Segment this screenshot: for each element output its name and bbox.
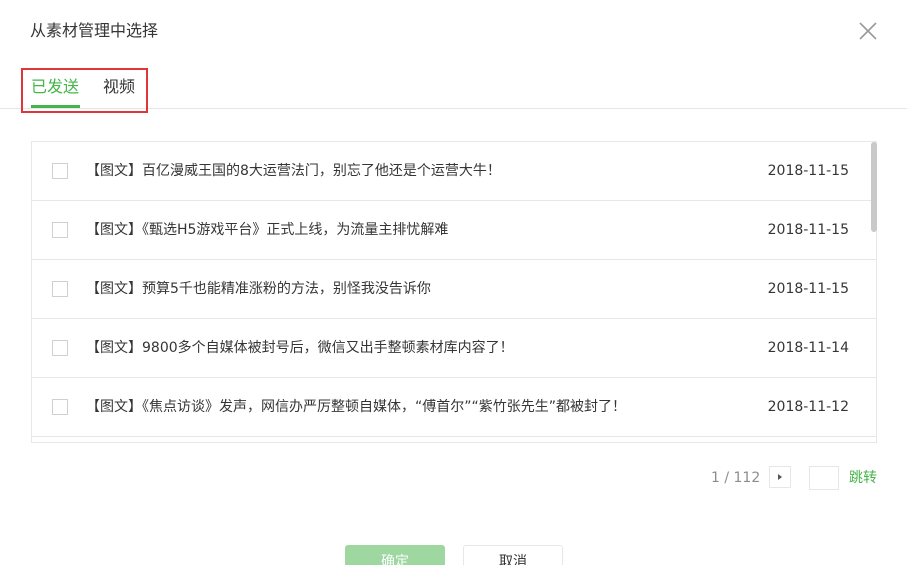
chevron-right-icon — [778, 474, 782, 480]
dialog-title: 从素材管理中选择 — [30, 21, 159, 40]
next-page-button[interactable] — [769, 466, 791, 488]
item-checkbox[interactable] — [52, 163, 68, 179]
item-date: 2018-11-12 — [767, 399, 849, 415]
item-title: 【图文】《甄选H5游戏平台》正式上线，为流量主排忧解难 — [86, 222, 449, 238]
page-jump-input[interactable] — [809, 466, 839, 490]
item-checkbox[interactable] — [52, 399, 68, 415]
item-date: 2018-11-15 — [767, 281, 849, 297]
item-date: 2018-11-15 — [767, 222, 849, 238]
list-scrollbar[interactable] — [871, 142, 877, 232]
item-title: 【图文】《焦点访谈》发声，网信办严厉整顿自媒体，“傅首尔”“紫竹张先生”都被封了… — [86, 399, 627, 415]
page-jump-button[interactable]: 跳转 — [849, 468, 877, 488]
item-checkbox[interactable] — [52, 340, 68, 356]
list-item[interactable]: 【图文】百亿漫威王国的8大运营法门，别忘了他还是个运营大牛！ 2018-11-1… — [32, 142, 876, 201]
tab-video[interactable]: 视频 — [103, 76, 135, 98]
material-list: 【图文】百亿漫威王国的8大运营法门，别忘了他还是个运营大牛！ 2018-11-1… — [31, 141, 877, 443]
confirm-button[interactable]: 确定 — [345, 545, 445, 565]
item-date: 2018-11-15 — [767, 163, 849, 179]
list-item[interactable]: 【图文】《甄选H5游戏平台》正式上线，为流量主排忧解难 2018-11-15 — [32, 201, 876, 260]
item-title: 【图文】9800多个自媒体被封号后，微信又出手整顿素材库内容了！ — [86, 340, 514, 356]
active-tab-underline — [31, 105, 80, 108]
pagination: 1 / 112 跳转 — [0, 466, 907, 490]
item-checkbox[interactable] — [52, 281, 68, 297]
tab-bar: 已发送 视频 — [0, 70, 907, 109]
item-title: 【图文】预算5千也能精准涨粉的方法，别怪我没告诉你 — [86, 281, 431, 297]
list-item[interactable]: 【图文】《焦点访谈》发声，网信办严厉整顿自媒体，“傅首尔”“紫竹张先生”都被封了… — [32, 378, 876, 437]
item-checkbox[interactable] — [52, 222, 68, 238]
item-title: 【图文】百亿漫威王国的8大运营法门，别忘了他还是个运营大牛！ — [86, 163, 501, 179]
tab-sent[interactable]: 已发送 — [31, 76, 79, 98]
select-material-dialog: 从素材管理中选择 已发送 视频 【图文】百亿漫威王国的8大运营法门，别忘了他还是… — [0, 0, 907, 565]
list-item[interactable]: 【图文】9800多个自媒体被封号后，微信又出手整顿素材库内容了！ 2018-11… — [32, 319, 876, 378]
close-icon — [859, 22, 877, 40]
close-button[interactable] — [857, 20, 879, 42]
list-item[interactable]: 【图文】预算5千也能精准涨粉的方法，别怪我没告诉你 2018-11-15 — [32, 260, 876, 319]
item-date: 2018-11-14 — [767, 340, 849, 356]
page-indicator: 1 / 112 — [711, 470, 761, 486]
cancel-button[interactable]: 取消 — [463, 545, 563, 565]
